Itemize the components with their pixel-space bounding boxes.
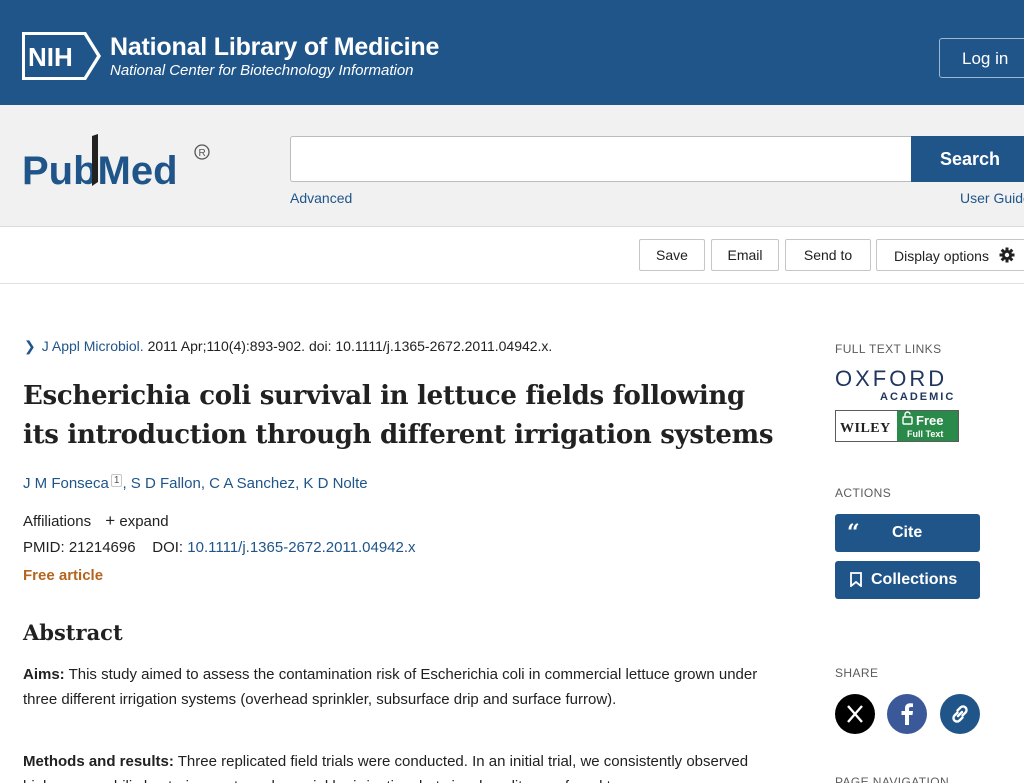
page-navigation-label: PAGE NAVIGATION [835,775,950,783]
expand-label[interactable]: expand [119,513,168,530]
doi-link[interactable]: 10.1111/j.1365-2672.2011.04942.x [187,539,415,556]
display-options-button[interactable]: Display options [876,239,1024,271]
chevron-right-icon[interactable]: ❯ [24,338,36,354]
wiley-free-text: Free [916,413,943,428]
collections-label: Collections [871,571,958,588]
wiley-full-text-link[interactable]: WILEY Free Full Text [835,410,959,442]
share-label: SHARE [835,666,879,680]
affiliations-label: Affiliations [23,513,92,530]
email-button[interactable]: Email [711,239,779,271]
wiley-logo-text: WILEY [840,421,891,436]
author-link[interactable]: C A Sanchez [209,475,295,492]
advanced-search-link[interactable]: Advanced [290,190,352,206]
full-text-links-label: FULL TEXT LINKS [835,342,942,356]
abstract-heading: Abstract [23,620,123,645]
wiley-full-text-text: Full Text [907,429,943,439]
journal-link[interactable]: J Appl Microbiol. [42,338,144,354]
quote-icon: “ [847,520,860,546]
nih-subtitle: National Center for Biotechnology Inform… [110,62,414,79]
affiliations-row[interactable]: Affiliations + expand [23,511,169,531]
pmid-label: PMID: [23,539,65,556]
author-link[interactable]: S D Fallon [131,475,201,492]
nih-title[interactable]: National Library of Medicine [110,33,439,62]
search-input[interactable] [290,136,912,182]
methods-label: Methods and results: [23,753,174,770]
plus-icon: + [105,511,116,530]
facebook-icon [901,703,913,725]
collections-button[interactable]: Collections [835,561,980,599]
search-button[interactable]: Search [911,136,1024,182]
bookmark-icon [850,572,862,587]
aims-label: Aims: [23,666,65,683]
oxford-logo-text: OXFORD [835,367,947,391]
oxford-academic-link[interactable]: OXFORD ACADEMIC [835,367,960,403]
cite-button[interactable]: “ Cite [835,514,980,552]
pmid-value: 21214696 [68,539,136,556]
academic-logo-text: ACADEMIC [880,391,955,403]
share-x-button[interactable] [835,694,875,734]
article-toolbar: Save Email Send to Display options [0,227,1024,284]
free-article-badge: Free article [23,567,104,584]
save-button[interactable]: Save [639,239,705,271]
doi-label: DOI: [152,539,184,556]
gear-icon [999,247,1015,263]
author-link[interactable]: K D Nolte [303,475,367,492]
nih-logo[interactable]: NIH [22,30,102,82]
actions-label: ACTIONS [835,486,892,500]
share-link-button[interactable] [940,694,980,734]
journal-citation: ❯ J Appl Microbiol. 2011 Apr;110(4):893-9… [24,338,552,355]
svg-text:R: R [199,148,206,159]
nih-logo-text: NIH [28,42,73,72]
author-link[interactable]: J M Fonseca [23,475,109,492]
abstract-methods: Methods and results: Three replicated fi… [23,750,763,783]
display-options-label: Display options [894,248,989,264]
link-icon [952,705,968,723]
article-title: Escherichia coli survival in lettuce fie… [23,381,774,450]
pubmed-logo-text: PubMed [22,149,178,193]
nih-header: NIH National Library of Medicine Nationa… [0,0,1024,105]
abstract-aims: Aims: This study aimed to assess the con… [23,663,763,712]
user-guide-link[interactable]: User Guide [960,190,1024,206]
pubmed-logo[interactable]: PubMed R [22,128,214,200]
share-facebook-button[interactable] [887,694,927,734]
aims-text: This study aimed to assess the contamina… [23,666,758,708]
affiliation-marker[interactable]: 1 [110,474,123,487]
x-icon [847,705,863,723]
wiley-logo: WILEY Free Full Text [840,411,958,441]
search-band: PubMed R Search Advanced User Guide [0,105,1024,227]
login-button[interactable]: Log in [939,38,1024,78]
cite-label: Cite [892,524,923,541]
author-list: J M Fonseca 1, S D Fallon, C A Sanchez, K… [23,474,368,492]
citation-details: 2011 Apr;110(4):893-902. doi: 10.1111/j.… [147,338,553,354]
send-to-button[interactable]: Send to [785,239,871,271]
article-identifiers: PMID: 21214696 DOI: 10.1111/j.1365-2672.… [23,539,416,556]
